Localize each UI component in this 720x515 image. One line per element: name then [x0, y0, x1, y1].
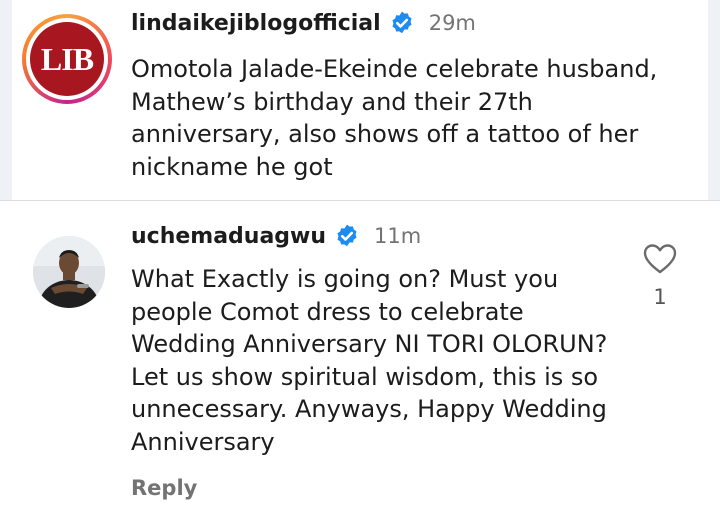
like-count: 1	[653, 285, 667, 309]
comment-time: 11m	[374, 224, 422, 248]
post-time: 29m	[428, 11, 476, 35]
comment-item: uchemaduagwu 11m What Exactly is going o…	[0, 201, 720, 515]
verified-badge-icon	[337, 224, 357, 247]
commenter-username[interactable]: uchemaduagwu	[131, 224, 326, 249]
reply-button[interactable]: Reply	[131, 476, 197, 500]
commenter-avatar[interactable]	[33, 236, 105, 308]
post-author-username[interactable]: lindaikejiblogofficial	[131, 11, 381, 36]
post-author-avatar[interactable]: LIB	[22, 14, 112, 104]
post-caption: Omotola Jalade-Ekeinde celebrate husband…	[131, 55, 658, 181]
post-right-edge	[708, 0, 720, 200]
post-header: LIB lindaikejiblogofficial 29m Omotola J…	[0, 0, 720, 200]
heart-icon[interactable]	[643, 243, 677, 275]
verified-badge-icon	[392, 11, 412, 34]
lib-logo: LIB	[30, 22, 104, 96]
comment-text: What Exactly is going on? Must you peopl…	[131, 265, 608, 456]
commenter-row: uchemaduagwu 11m	[131, 223, 421, 249]
post-left-edge	[0, 0, 12, 200]
post-author-row: lindaikejiblogofficial 29m	[131, 10, 476, 36]
avatar-border: LIB	[26, 18, 108, 100]
commenter-photo	[33, 236, 105, 308]
